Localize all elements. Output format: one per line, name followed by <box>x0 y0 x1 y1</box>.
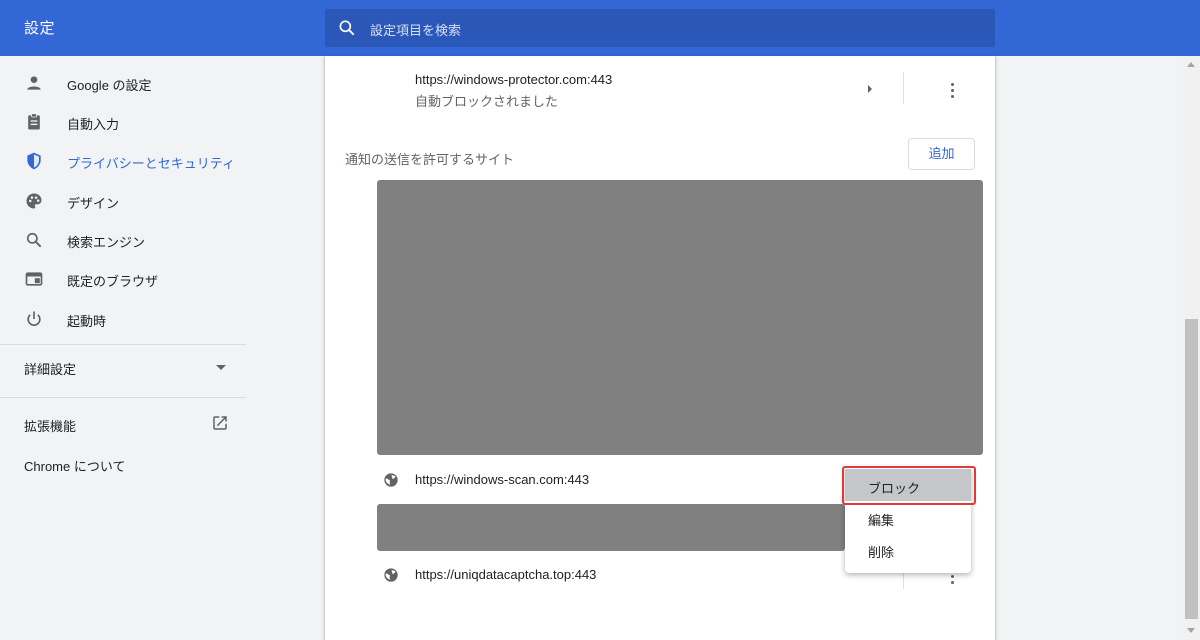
globe-icon <box>384 473 398 487</box>
sidebar-item-label: 自動入力 <box>67 117 120 132</box>
extensions-link[interactable]: 拡張機能 <box>24 416 76 435</box>
palette-icon <box>26 193 42 209</box>
sidebar-item-design[interactable]: デザイン <box>0 181 246 221</box>
sidebar-divider <box>0 344 246 345</box>
sidebar-item-label: 起動時 <box>67 314 107 329</box>
browser-icon <box>25 272 43 286</box>
about-chrome-link[interactable]: Chrome について <box>24 456 125 475</box>
redacted-area <box>377 504 845 551</box>
sidebar-item-label: Google の設定 <box>67 78 152 93</box>
sidebar-divider <box>0 397 246 398</box>
sidebar-item-search-engine[interactable]: 検索エンジン <box>0 220 246 260</box>
context-menu: ブロック 編集 削除 <box>845 467 971 573</box>
sidebar-item-label: 検索エンジン <box>67 235 146 250</box>
search-icon <box>339 20 355 36</box>
external-link-icon[interactable] <box>211 414 229 432</box>
scrollbar[interactable] <box>1183 56 1200 640</box>
sidebar-item-label: プライバシーとセキュリティ <box>67 156 235 171</box>
redacted-area <box>377 180 983 455</box>
allowed-site-url: https://windows-scan.com:443 <box>415 472 590 487</box>
app-title: 設定 <box>24 20 56 37</box>
menu-item-edit[interactable]: 編集 <box>845 501 971 533</box>
menu-item-delete[interactable]: 削除 <box>845 533 971 565</box>
scroll-down-icon[interactable] <box>1187 628 1195 633</box>
sidebar-item-google[interactable]: Google の設定 <box>0 63 246 103</box>
sidebar-item-label: 既定のブラウザ <box>67 274 159 289</box>
chevron-right-icon[interactable] <box>868 85 872 93</box>
globe-icon <box>384 568 398 582</box>
top-bar: 設定 設定項目を検索 <box>0 0 1200 56</box>
more-vert-icon[interactable] <box>951 83 955 99</box>
search-icon <box>26 232 42 248</box>
add-site-button[interactable]: 追加 <box>908 138 975 170</box>
sidebar-item-autofill[interactable]: 自動入力 <box>0 102 246 142</box>
blocked-site-url: https://windows-protector.com:443 <box>415 72 613 87</box>
allowed-section-title: 通知の送信を許可するサイト <box>345 152 515 167</box>
person-icon <box>27 76 41 90</box>
sidebar-item-default-browser[interactable]: 既定のブラウザ <box>0 259 246 299</box>
row-separator <box>903 72 904 104</box>
sidebar-item-privacy[interactable]: プライバシーとセキュリティ <box>0 141 246 181</box>
allowed-site-url: https://uniqdatacaptcha.top:443 <box>415 567 597 582</box>
scroll-up-icon[interactable] <box>1187 62 1195 67</box>
chevron-down-icon[interactable] <box>216 365 226 370</box>
power-icon <box>27 311 41 326</box>
blocked-site-status: 自動ブロックされました <box>415 94 559 109</box>
search-placeholder: 設定項目を検索 <box>370 23 462 38</box>
clipboard-icon <box>28 113 40 130</box>
advanced-settings-toggle[interactable]: 詳細設定 <box>24 359 76 378</box>
shield-icon <box>27 152 41 170</box>
sidebar: Google の設定 自動入力 プライバシーとセキュリティ デザイン 検索エンジ… <box>0 56 246 640</box>
sidebar-item-startup[interactable]: 起動時 <box>0 299 246 339</box>
menu-item-block[interactable]: ブロック <box>845 469 971 501</box>
search-input[interactable]: 設定項目を検索 <box>325 9 995 47</box>
sidebar-item-label: デザイン <box>67 196 120 211</box>
scrollbar-thumb[interactable] <box>1185 319 1198 619</box>
